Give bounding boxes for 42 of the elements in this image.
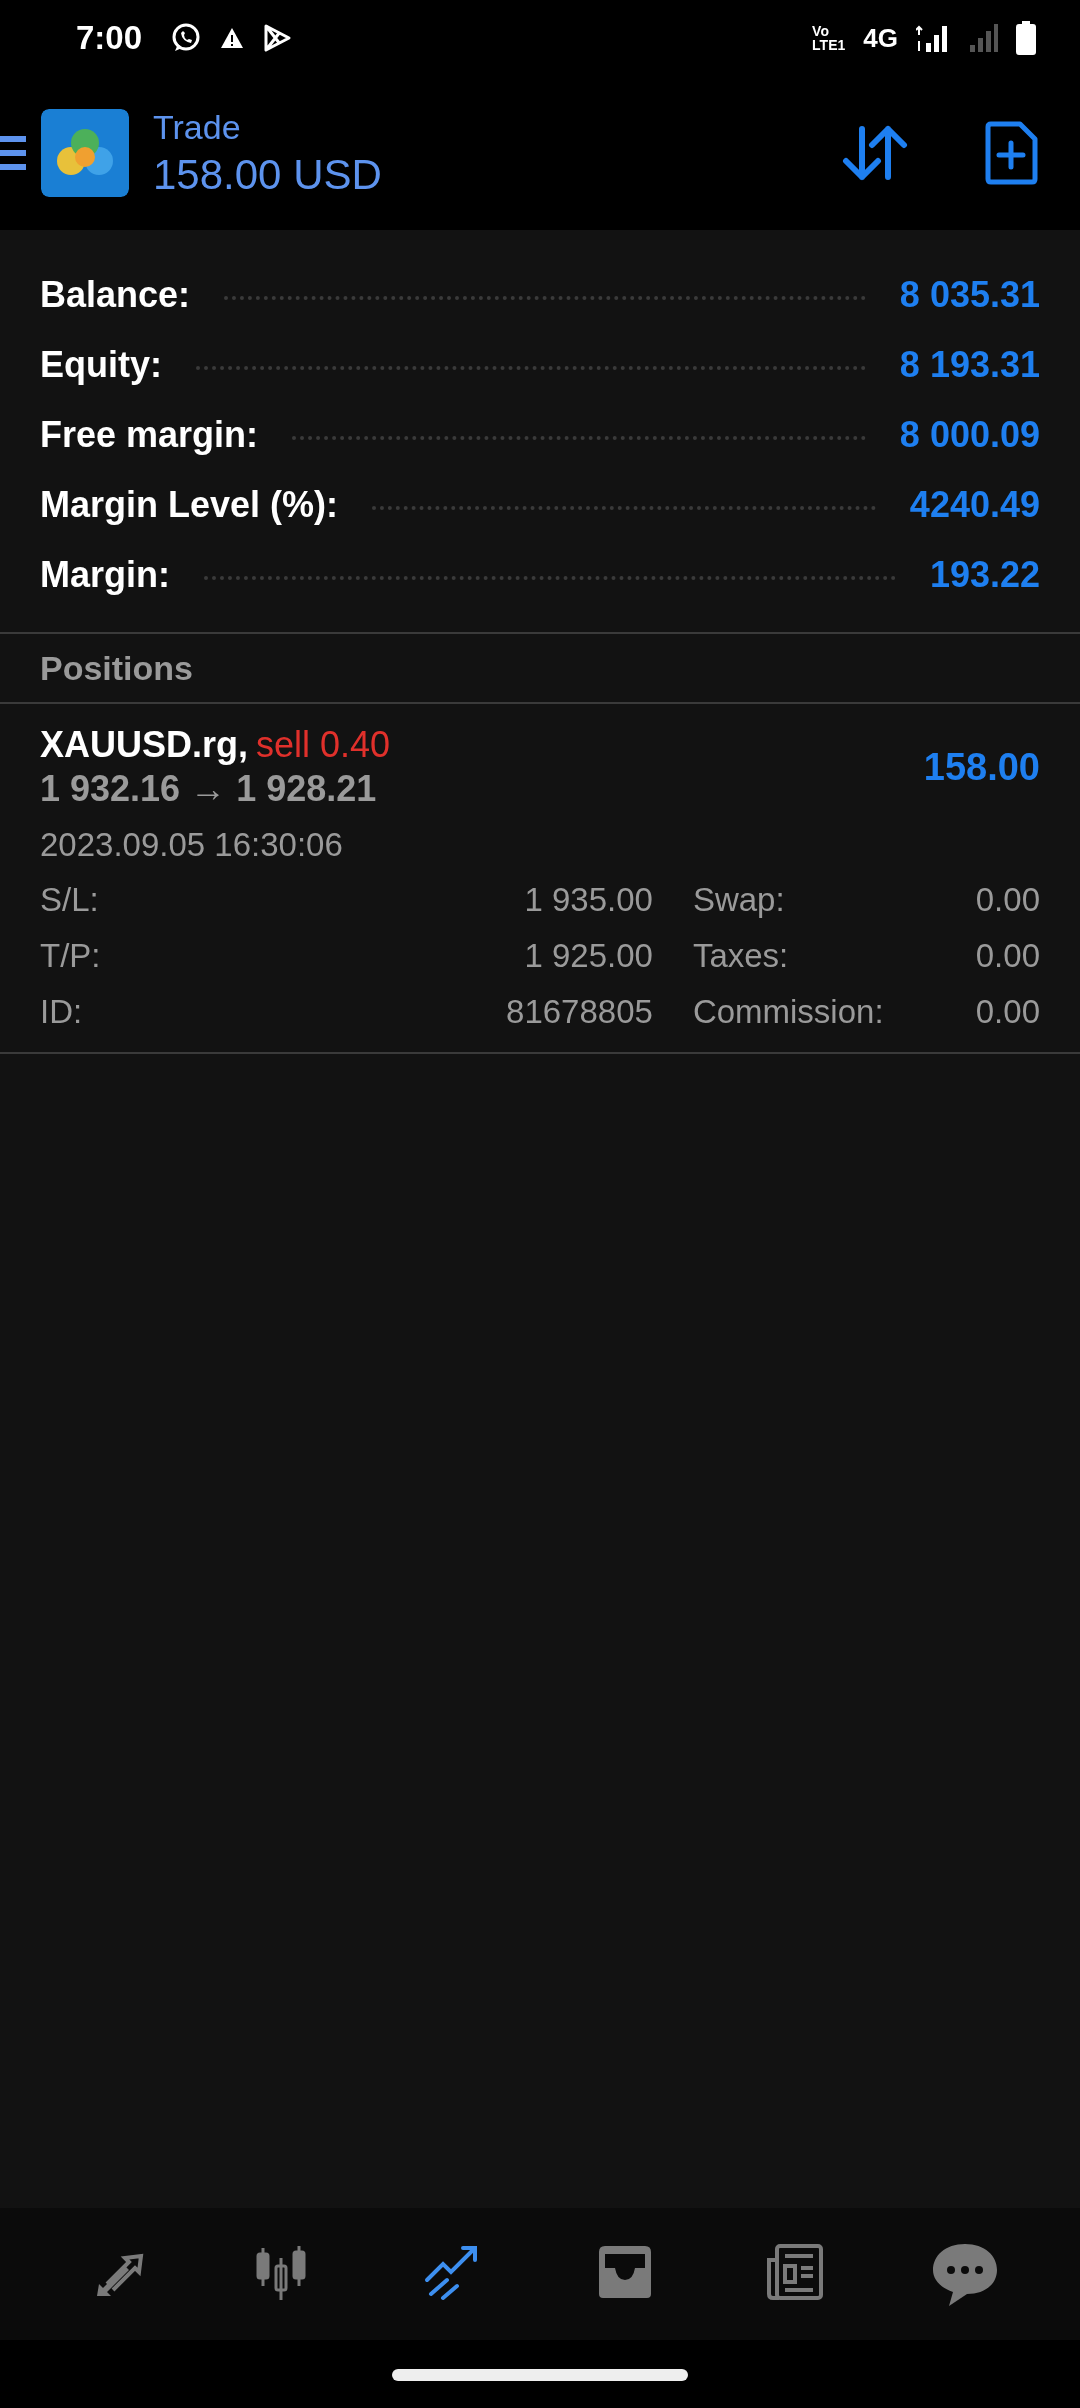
detail-label: Commission: <box>692 992 885 1032</box>
signal-icon <box>968 23 998 53</box>
summary-label: Equity: <box>40 344 162 386</box>
position-symbol: XAUUSD.rg, <box>40 724 249 765</box>
summary-value: 8 000.09 <box>899 414 1040 456</box>
summary-value: 193.22 <box>929 554 1040 596</box>
menu-icon[interactable] <box>0 134 26 172</box>
screen-title: Trade <box>153 107 242 147</box>
detail-label: T/P: <box>40 936 102 976</box>
detail-value: 81678805 <box>505 992 653 1032</box>
summary-label: Free margin: <box>40 414 259 456</box>
summary-value: 4240.49 <box>909 484 1040 526</box>
summary-label: Margin Level (%): <box>40 484 339 526</box>
detail-label: ID: <box>40 992 84 1032</box>
app-logo-icon <box>41 109 129 197</box>
position-profit: 158.00 <box>923 745 1040 789</box>
position-side: sell 0.40 <box>256 724 391 765</box>
network-type: 4G <box>863 22 898 54</box>
detail-label: Swap: <box>692 880 786 920</box>
summary-label: Balance: <box>40 274 191 316</box>
detail-value: 0.00 <box>975 936 1040 976</box>
position-prices: 1 932.16 → 1 928.21 <box>40 768 378 810</box>
position-time: 2023.09.05 16:30:06 <box>40 826 344 864</box>
summary-value: 8 193.31 <box>899 344 1040 386</box>
new-order-icon[interactable] <box>984 121 1038 185</box>
summary-label: Margin: <box>40 554 170 596</box>
detail-label: Taxes: <box>692 936 790 976</box>
detail-value: 1 935.00 <box>523 880 653 920</box>
signal-icon <box>916 23 950 53</box>
sort-icon[interactable] <box>842 125 908 181</box>
status-time: 7:00 <box>76 19 143 57</box>
detail-value: 0.00 <box>975 992 1040 1032</box>
account-balance: 158.00 USD <box>153 150 382 199</box>
detail-value: 0.00 <box>975 880 1040 920</box>
section-title: Positions <box>40 648 194 688</box>
play-store-icon <box>262 23 293 53</box>
detail-label: S/L: <box>40 880 100 920</box>
warning-icon <box>220 27 245 49</box>
detail-value: 1 925.00 <box>523 936 653 976</box>
summary-value: 8 035.31 <box>899 274 1040 316</box>
battery-icon <box>1016 21 1036 55</box>
volte-indicator: Vo LTE1 <box>812 24 846 52</box>
